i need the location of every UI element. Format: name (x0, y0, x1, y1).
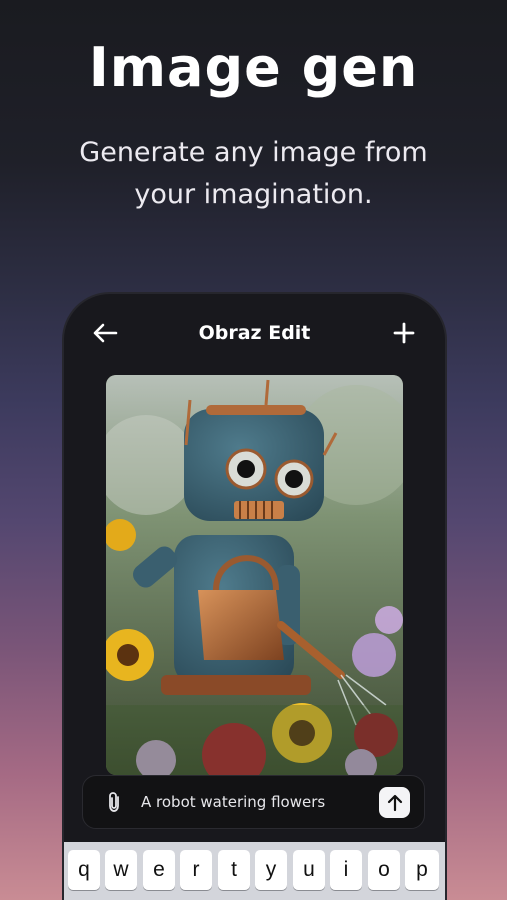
on-screen-keyboard: q w e r t y u i o p (64, 842, 445, 900)
key-w[interactable]: w (105, 850, 137, 890)
plus-icon (393, 322, 415, 344)
add-button[interactable] (389, 318, 419, 348)
generated-image[interactable] (106, 375, 403, 775)
key-i[interactable]: i (330, 850, 362, 890)
key-o[interactable]: o (368, 850, 400, 890)
key-e[interactable]: e (143, 850, 175, 890)
app-title: Obraz Edit (198, 322, 311, 344)
phone-mockup: Obraz Edit A robot watering flowers q w … (64, 294, 445, 900)
send-button[interactable] (379, 787, 410, 818)
promo-title: Image gen (88, 36, 419, 99)
arrow-up-icon (387, 794, 402, 811)
key-u[interactable]: u (293, 850, 325, 890)
key-q[interactable]: q (68, 850, 100, 890)
key-t[interactable]: t (218, 850, 250, 890)
prompt-text: A robot watering flowers (141, 793, 326, 811)
key-y[interactable]: y (255, 850, 287, 890)
key-r[interactable]: r (180, 850, 212, 890)
promo-subtitle: Generate any image from your imagination… (79, 137, 428, 210)
prompt-input[interactable]: A robot watering flowers (82, 775, 425, 829)
key-p[interactable]: p (405, 850, 439, 890)
paperclip-icon[interactable] (103, 790, 125, 814)
